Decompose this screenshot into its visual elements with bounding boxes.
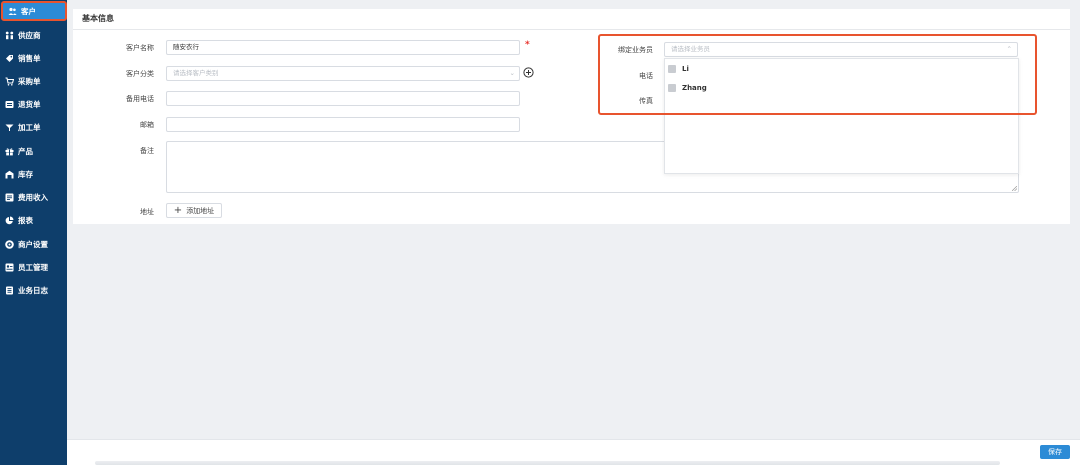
save-button[interactable]: 保存 [1040, 445, 1070, 459]
sidebar-item-business-log[interactable]: 业务日志 [0, 279, 67, 301]
tools-icon [5, 123, 14, 132]
sidebar-item-label: 客户 [21, 6, 36, 16]
sidebar-item-purchase-orders[interactable]: 采购单 [0, 70, 67, 92]
sidebar-item-label: 商户设置 [18, 239, 48, 249]
customer-name-label: 客户名称 [126, 44, 154, 52]
return-icon [5, 100, 14, 109]
sidebar-item-merchant-settings[interactable]: 商户设置 [0, 233, 67, 255]
sidebar-item-inventory[interactable]: 库存 [0, 163, 67, 185]
add-category-icon[interactable] [523, 67, 534, 80]
staff-icon [5, 263, 14, 272]
warehouse-icon [5, 170, 14, 179]
customer-category-select[interactable]: 请选择客户类别 ⌄ [166, 66, 520, 81]
sidebar-item-label: 库存 [18, 169, 33, 179]
sidebar-item-label: 产品 [18, 146, 33, 156]
customer-category-placeholder: 请选择客户类别 [173, 69, 219, 77]
sidebar-item-label: 员工管理 [18, 262, 48, 272]
sidebar-item-sales-orders[interactable]: 销售单 [0, 47, 67, 69]
remark-label: 备注 [140, 147, 154, 155]
pie-chart-icon [5, 216, 14, 225]
sidebar-item-reports[interactable]: 报表 [0, 209, 67, 231]
footer-shadow [95, 461, 1000, 465]
email-label: 邮箱 [140, 121, 154, 129]
sidebar-item-label: 业务日志 [18, 285, 48, 295]
backup-phone-label: 备用电话 [126, 95, 154, 103]
sidebar-item-return-orders[interactable]: 退货单 [0, 93, 67, 115]
cart-icon [5, 76, 14, 86]
resize-handle-icon[interactable] [1012, 186, 1017, 191]
customer-category-label: 客户分类 [126, 70, 154, 78]
sidebar-item-label: 加工单 [18, 122, 41, 132]
ledger-icon [5, 193, 14, 202]
sidebar-item-products[interactable]: 产品 [0, 140, 67, 162]
supplier-icon [5, 31, 14, 40]
sidebar-item-label: 销售单 [18, 53, 41, 63]
sidebar-item-label: 采购单 [18, 76, 41, 86]
address-label: 地址 [140, 208, 154, 216]
email-input[interactable] [166, 117, 520, 132]
plus-icon: + [173, 205, 183, 216]
sidebar-item-label: 报表 [18, 215, 33, 225]
tag-icon [5, 54, 14, 63]
add-address-label: 添加地址 [186, 206, 215, 215]
salesperson-highlight-box [598, 34, 1037, 115]
sidebar-item-label: 供应商 [18, 30, 41, 40]
sidebar-item-customers[interactable]: 客户 [1, 1, 67, 21]
chevron-down-icon: ⌄ [509, 69, 515, 77]
customer-name-input[interactable]: 随安衣行 [166, 40, 520, 55]
sidebar-item-label: 退货单 [18, 99, 41, 109]
add-address-button[interactable]: + 添加地址 [166, 203, 222, 218]
log-icon [5, 286, 14, 295]
backup-phone-input[interactable] [166, 91, 520, 106]
section-title: 基本信息 [73, 9, 1070, 30]
sidebar-item-processing-orders[interactable]: 加工单 [0, 116, 67, 138]
required-mark: * [525, 40, 530, 50]
sidebar-item-suppliers[interactable]: 供应商 [0, 24, 67, 46]
sidebar-item-expenses-income[interactable]: 费用收入 [0, 186, 67, 208]
gear-icon [5, 239, 14, 249]
users-icon [8, 7, 17, 16]
gift-icon [5, 147, 14, 156]
sidebar: 客户 供应商 销售单 采购单 退货单 加工单 产品 库存 费用收入 报表 商户设… [0, 0, 67, 465]
sidebar-item-staff-management[interactable]: 员工管理 [0, 256, 67, 278]
sidebar-item-label: 费用收入 [18, 192, 48, 202]
